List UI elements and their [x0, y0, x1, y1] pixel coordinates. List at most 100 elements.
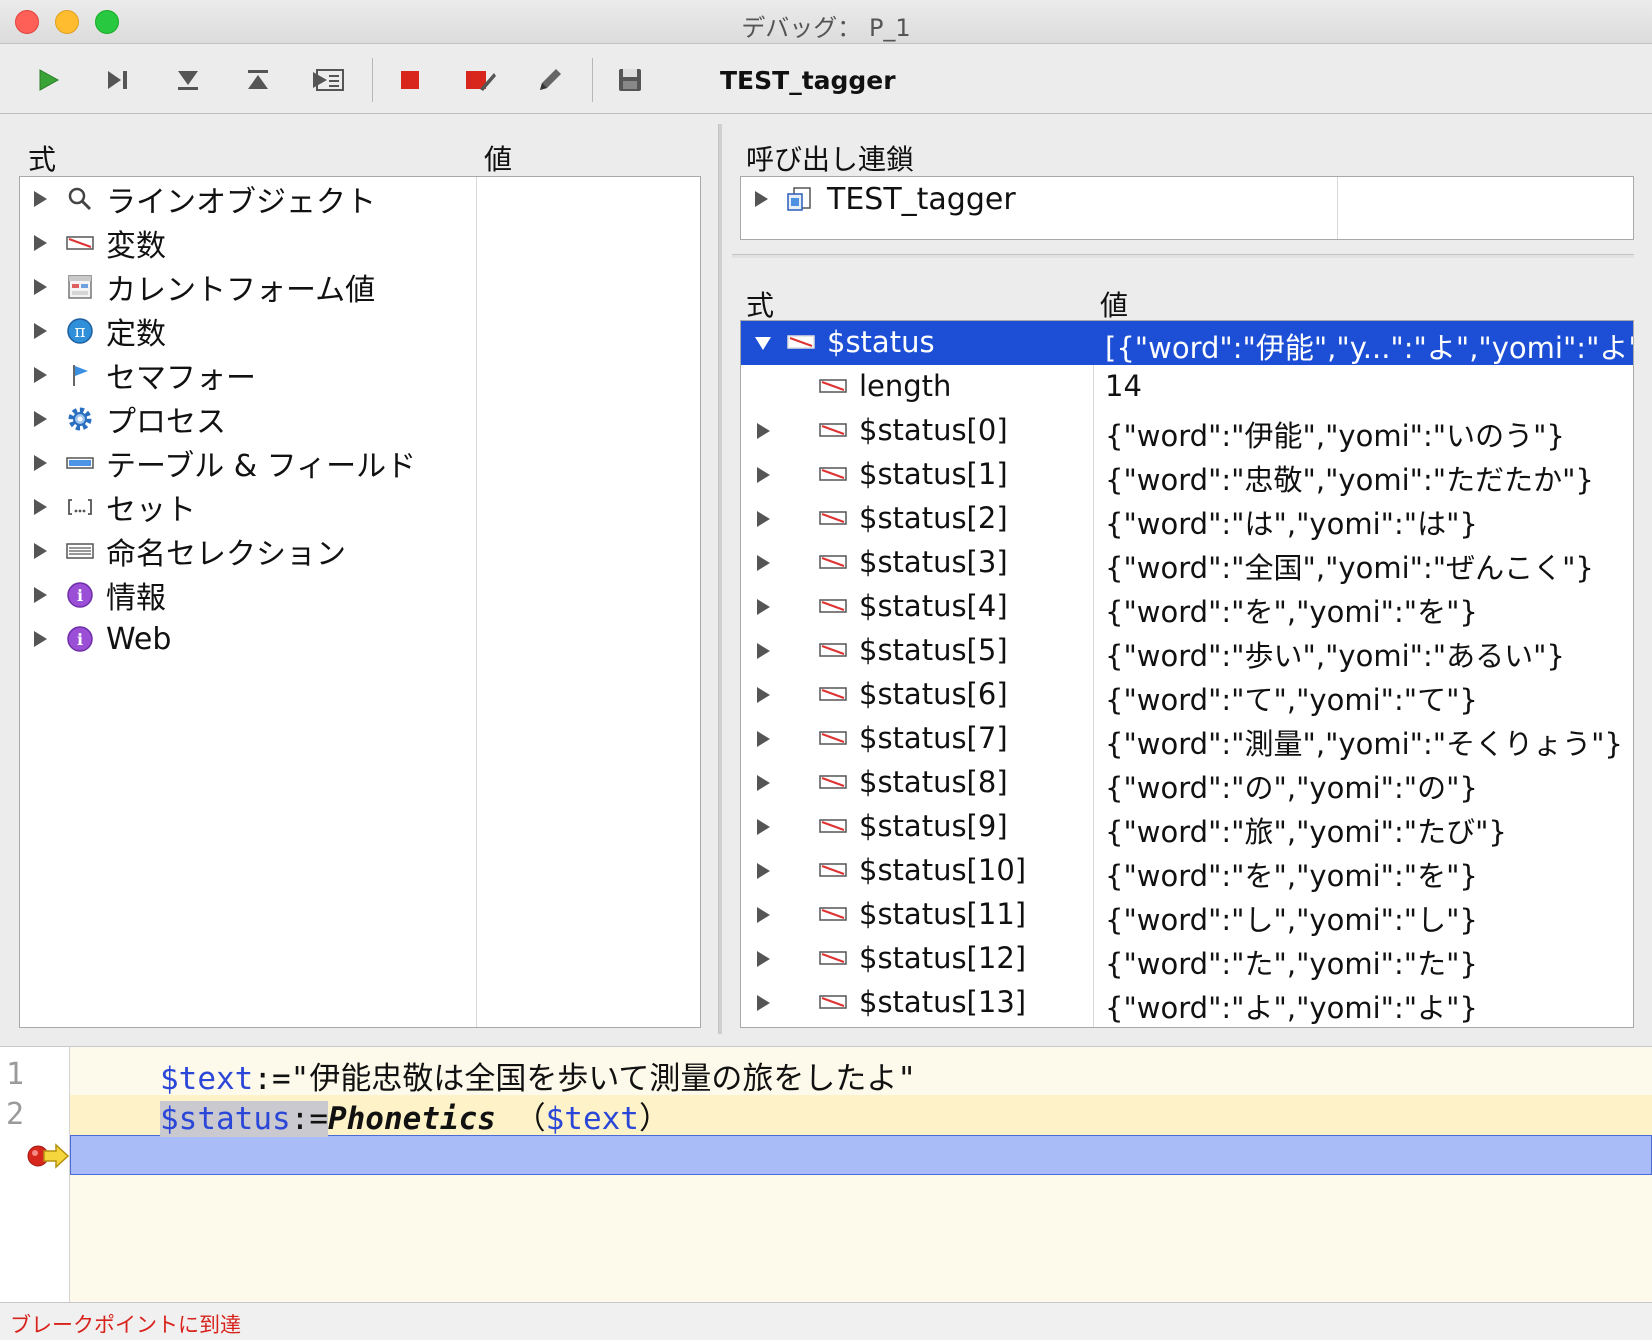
disclosure-triangle[interactable] [757, 467, 770, 483]
disclosure-triangle[interactable] [34, 323, 47, 339]
var-row-element[interactable]: $status[1] {"word":"忠敬","yomi":"ただたか"} [741, 453, 1633, 497]
disclosure-triangle[interactable] [757, 951, 770, 967]
disclosure-triangle[interactable] [34, 587, 47, 603]
watch-item-sets[interactable]: セット [20, 485, 700, 529]
code-line-2[interactable]: $status:=Phonetics （$text） [160, 1093, 670, 1138]
var-row-element[interactable]: $status[3] {"word":"全国","yomi":"ぜんこく"} [741, 541, 1633, 585]
disclosure-triangle[interactable] [757, 687, 770, 703]
step-into-icon[interactable] [170, 62, 206, 98]
var-row-element[interactable]: $status[8] {"word":"の","yomi":"の"} [741, 761, 1633, 805]
toolbar-separator [372, 58, 373, 102]
var-row-element[interactable]: $status[13] {"word":"よ","yomi":"よ"} [741, 981, 1633, 1025]
local-variables-tree: $status [{"word":"伊能","y...":"よ","yomi":… [740, 320, 1634, 1028]
var-row-element[interactable]: $status[11] {"word":"し","yomi":"し"} [741, 893, 1633, 937]
disclosure-triangle[interactable] [757, 863, 770, 879]
vars-col-value-header[interactable]: 値 [1100, 284, 1128, 324]
panel-splitter[interactable] [718, 124, 722, 1034]
step-out-icon[interactable] [240, 62, 276, 98]
disclosure-triangle[interactable] [34, 499, 47, 515]
disclosure-triangle[interactable] [757, 907, 770, 923]
disclosure-triangle[interactable] [757, 775, 770, 791]
call-chain-title: 呼び出し連鎖 [746, 143, 915, 176]
watch-item-current-form-values[interactable]: カレントフォーム値 [20, 265, 700, 309]
disclosure-triangle[interactable] [34, 191, 47, 207]
watch-item-web[interactable]: i Web [20, 617, 700, 661]
variable-icon [66, 229, 94, 257]
var-value: {"word":"旅","yomi":"たび"} [1105, 815, 1507, 849]
var-row-element[interactable]: $status[2] {"word":"は","yomi":"は"} [741, 497, 1633, 541]
watch-item-variables[interactable]: 変数 [20, 221, 700, 265]
run-icon[interactable] [30, 62, 66, 98]
edit-icon[interactable] [532, 62, 568, 98]
disclosure-triangle[interactable] [34, 367, 47, 383]
var-value: {"word":"全国","yomi":"ぜんこく"} [1105, 551, 1594, 585]
var-name: $status[6] [859, 677, 1008, 711]
magnifier-icon [66, 185, 94, 213]
vars-col-expression-header[interactable]: 式 [746, 284, 774, 324]
step-over-icon[interactable] [100, 62, 136, 98]
var-name: $status[7] [859, 721, 1008, 755]
disclosure-triangle[interactable] [757, 599, 770, 615]
current-execution-line[interactable] [70, 1135, 1652, 1175]
disclosure-triangle[interactable] [757, 995, 770, 1011]
current-method-name: TEST_tagger [720, 66, 896, 95]
var-row-element[interactable]: $status[5] {"word":"歩い","yomi":"あるい"} [741, 629, 1633, 673]
svg-text:π: π [74, 322, 85, 342]
disclosure-triangle[interactable] [34, 455, 47, 471]
code-string: "伊能忠敬は全国を歩いて測量の旅をしたよ" [290, 1061, 917, 1097]
debugger-toolbar: TEST_tagger [0, 44, 1652, 114]
var-value: {"word":"し","yomi":"し"} [1105, 903, 1478, 937]
save-icon[interactable] [612, 62, 648, 98]
var-row-element[interactable]: $status[6] {"word":"て","yomi":"て"} [741, 673, 1633, 717]
disclosure-triangle[interactable] [757, 423, 770, 439]
watch-item-named-selections[interactable]: 命名セレクション [20, 529, 700, 573]
watch-item-processes[interactable]: プロセス [20, 397, 700, 441]
var-row-element[interactable]: $status[4] {"word":"を","yomi":"を"} [741, 585, 1633, 629]
watch-col-expression-header[interactable]: 式 [28, 138, 56, 178]
watch-item-constants[interactable]: π 定数 [20, 309, 700, 353]
var-row-element[interactable]: $status[12] {"word":"た","yomi":"た"} [741, 937, 1633, 981]
disclosure-triangle[interactable] [755, 191, 768, 207]
variable-icon [819, 555, 847, 569]
source-code-editor[interactable]: 1 2 $text:="伊能忠敬は全国を歩いて測量の旅をしたよ" $status… [0, 1046, 1652, 1303]
line-number-gutter[interactable]: 1 2 [0, 1047, 70, 1303]
code-line-1[interactable]: $text:="伊能忠敬は全国を歩いて測量の旅をしたよ" [160, 1053, 916, 1098]
code-variable: $text [545, 1101, 639, 1137]
var-row-element[interactable]: $status[10] {"word":"を","yomi":"を"} [741, 849, 1633, 893]
disclosure-triangle[interactable] [757, 511, 770, 527]
disclosure-triangle[interactable] [34, 543, 47, 559]
trace-icon[interactable] [310, 62, 346, 98]
watch-item-line-objects[interactable]: ラインオブジェクト [20, 177, 700, 221]
var-value: {"word":"た","yomi":"た"} [1105, 947, 1478, 981]
code-operator: := [253, 1061, 291, 1097]
disclosure-triangle-expanded[interactable] [755, 337, 771, 350]
disclosure-triangle[interactable] [757, 819, 770, 835]
var-row-length[interactable]: length 14 [741, 365, 1633, 409]
var-row-element[interactable]: $status[9] {"word":"旅","yomi":"たび"} [741, 805, 1633, 849]
watch-item-information[interactable]: i 情報 [20, 573, 700, 617]
disclosure-triangle[interactable] [757, 731, 770, 747]
abort-edit-icon[interactable] [462, 62, 498, 98]
disclosure-triangle[interactable] [757, 643, 770, 659]
var-row-element[interactable]: $status[7] {"word":"測量","yomi":"そくりょう"} [741, 717, 1633, 761]
call-chain-item[interactable]: TEST_tagger [741, 177, 1633, 221]
table-icon [66, 449, 94, 477]
watch-col-value-header[interactable]: 値 [484, 138, 512, 178]
watch-item-label: テーブル & フィールド [106, 449, 417, 484]
watch-item-tables-fields[interactable]: テーブル & フィールド [20, 441, 700, 485]
variable-icon [819, 511, 847, 525]
breakpoint-arrow-icon[interactable] [26, 1141, 70, 1175]
disclosure-triangle[interactable] [34, 279, 47, 295]
var-name: $status[13] [859, 985, 1027, 1019]
horizontal-splitter[interactable] [732, 254, 1634, 258]
var-name: $status[2] [859, 501, 1008, 535]
disclosure-triangle[interactable] [34, 411, 47, 427]
disclosure-triangle[interactable] [757, 555, 770, 571]
disclosure-triangle[interactable] [34, 235, 47, 251]
disclosure-triangle[interactable] [34, 631, 47, 647]
var-row-element[interactable]: $status[0] {"word":"伊能","yomi":"いのう"} [741, 409, 1633, 453]
watch-item-semaphores[interactable]: セマフォー [20, 353, 700, 397]
window-title: デバッグ： P_1 [741, 14, 911, 42]
var-row-status[interactable]: $status [{"word":"伊能","y...":"よ","yomi":… [741, 321, 1633, 365]
abort-icon[interactable] [392, 62, 428, 98]
